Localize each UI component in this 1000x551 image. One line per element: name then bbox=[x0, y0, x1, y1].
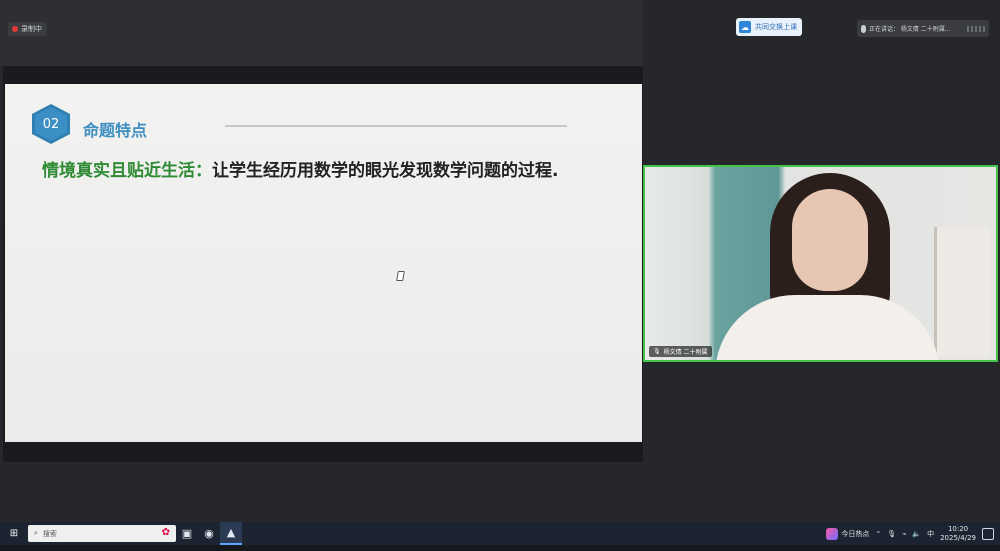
clock-time: 10:20 bbox=[947, 524, 969, 533]
recording-label: 录制中 bbox=[21, 25, 42, 33]
participant-face bbox=[792, 189, 868, 291]
task-view-icon[interactable]: ▣ bbox=[176, 522, 198, 545]
tray-volume-icon[interactable]: 🔈 bbox=[912, 530, 921, 538]
share-topbar: 录制中 bbox=[0, 0, 643, 66]
mic-icon bbox=[861, 24, 866, 33]
windows-taskbar: ⊞ ⌕ 搜索 ✿ ▣ ◉ ▲ 今日热点 ⌃ 🎙 ⌁ 🔈 中 10:20 2025… bbox=[0, 522, 1000, 545]
video-shelf bbox=[934, 227, 990, 357]
windows-start-icon[interactable]: ⊞ bbox=[0, 522, 28, 545]
news-widget[interactable]: 今日热点 bbox=[826, 527, 870, 540]
news-icon bbox=[826, 527, 839, 540]
participant-name: 杨文倩 二十附属 bbox=[663, 349, 708, 356]
speaking-indicator: 正在讲话： 杨文倩 二十附属... bbox=[857, 20, 989, 37]
clock-date: 2025/4/29 bbox=[940, 533, 976, 542]
section-divider bbox=[225, 125, 567, 127]
slide-body: 情境真实且贴近生活：让学生经历用数学的眼光发现数学问题的过程. bbox=[42, 161, 582, 182]
screen: 录制中 02 命题特点 情境真实且贴近生活：让学生经历用数学的眼光发现数学问题的… bbox=[0, 0, 1000, 551]
mouse-cursor-icon bbox=[396, 271, 405, 281]
tray-ime[interactable]: 中 bbox=[927, 529, 934, 539]
news-label: 今日热点 bbox=[841, 529, 870, 538]
notification-icon[interactable] bbox=[982, 527, 994, 540]
monitor-bezel bbox=[0, 545, 1000, 551]
speaking-label: 正在讲话： 杨文倩 二十附属... bbox=[869, 26, 951, 33]
system-tray: 今日热点 ⌃ 🎙 ⌁ 🔈 中 10:20 2025/4/29 bbox=[826, 525, 1000, 543]
cloud-share-icon: ☁ bbox=[739, 21, 751, 33]
section-title: 命题特点 bbox=[83, 121, 148, 140]
search-icon: ⌕ bbox=[34, 529, 38, 537]
system-clock[interactable]: 10:20 2025/4/29 bbox=[940, 525, 976, 543]
mic-icon: 🎙 bbox=[653, 348, 661, 355]
body-text: 让学生经历用数学的眼光发现数学问题的过程. bbox=[212, 161, 559, 181]
share-label: 共同交换上课 bbox=[755, 23, 797, 31]
section-badge: 02 bbox=[32, 104, 70, 144]
search-placeholder: 搜索 bbox=[42, 529, 57, 538]
tray-network-icon[interactable]: ⌁ bbox=[902, 530, 906, 538]
meeting-app-icon[interactable]: ▲ bbox=[220, 522, 242, 545]
participant-video[interactable]: 🎙 杨文倩 二十附属 bbox=[643, 165, 998, 362]
highlight-text: 情境真实且贴近生活： bbox=[42, 161, 212, 181]
taskbar-search[interactable]: ⌕ 搜索 ✿ bbox=[28, 525, 176, 542]
record-dot-icon bbox=[12, 26, 18, 32]
audio-level-icon bbox=[967, 25, 985, 32]
search-highlight-icon: ✿ bbox=[161, 527, 170, 538]
section-number: 02 bbox=[35, 107, 67, 141]
participant-name-tag: 🎙 杨文倩 二十附属 bbox=[649, 346, 712, 357]
shared-slide: 02 命题特点 情境真实且贴近生活：让学生经历用数学的眼光发现数学问题的过程. bbox=[5, 84, 642, 442]
share-status-pill[interactable]: ☁ 共同交换上课 bbox=[736, 18, 802, 36]
tray-chevron-icon[interactable]: ⌃ bbox=[875, 530, 881, 538]
recording-indicator[interactable]: 录制中 bbox=[8, 22, 47, 36]
tray-mic-icon[interactable]: 🎙 bbox=[887, 530, 896, 538]
edge-browser-icon[interactable]: ◉ bbox=[198, 522, 220, 545]
